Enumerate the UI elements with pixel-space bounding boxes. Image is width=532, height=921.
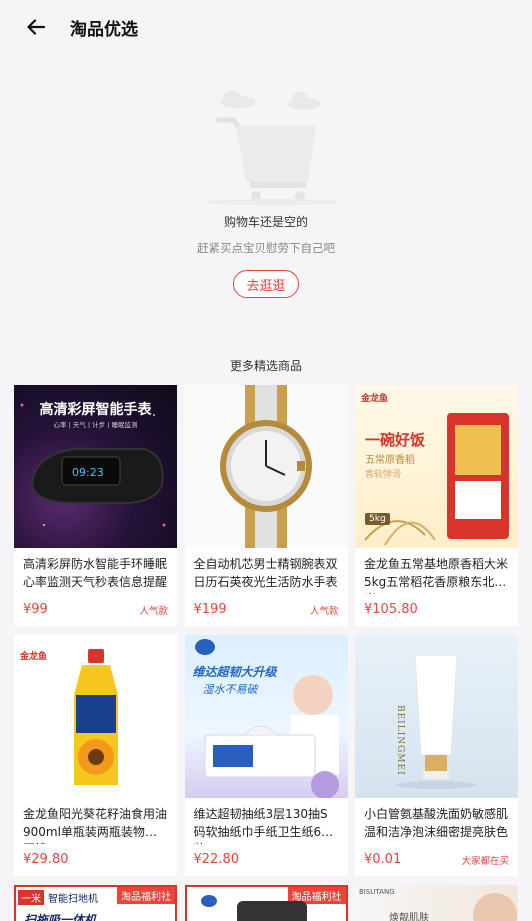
empty-cart-subtitle: 赶紧买点宝贝慰劳下自己吧 <box>197 241 335 255</box>
empty-cart-section: 购物车还是空的 赶紧买点宝贝慰劳下自己吧 去逛逛 <box>0 54 532 339</box>
product-image: 金龙鱼 <box>14 635 177 798</box>
product-card[interactable]: 高清彩屏智能手表 心率 | 天气 | 计步 | 睡眠监测 09:23 高清彩屏防… <box>14 385 177 626</box>
shopping-cart-icon <box>204 91 336 205</box>
top-bar: 淘品优选 <box>0 0 532 54</box>
product-image: 淘品福利社 <box>184 885 348 921</box>
go-shopping-button[interactable]: 去逛逛 <box>233 270 299 298</box>
product-price: ¥99 <box>23 602 48 617</box>
recommend-section-title: 更多精选商品 <box>229 359 302 373</box>
product-price: ¥199 <box>193 602 227 617</box>
product-price: ¥29.80 <box>23 852 69 867</box>
product-grid: 高清彩屏智能手表 心率 | 天气 | 计步 | 睡眠监测 09:23 高清彩屏防… <box>14 385 518 921</box>
product-card[interactable]: 金龙鱼 一碗好饭 五常原香稻 香软弹滑 5kg 金龙鱼五常基地原香稻大米5kg五… <box>355 385 518 626</box>
product-card[interactable]: BEILINGMEI 小白管氨基酸洗面奶敏感肌温和洁净泡沫细密提亮肤色 ¥0.0… <box>355 635 518 876</box>
empty-cart-title: 购物车还是空的 <box>223 215 308 229</box>
product-image: BEILINGMEI <box>355 635 518 798</box>
svg-text:09:23: 09:23 <box>72 466 104 479</box>
product-image: BISUTANG 焕靓肌肤 <box>355 885 518 921</box>
product-image: 淘品福利社 一米 智能扫地机 扫拖吸一体机 <box>14 885 177 921</box>
product-name: 金龙鱼阳光葵花籽油食用油900ml单瓶装两瓶装物理压榨 <box>23 807 168 844</box>
arrow-left-icon <box>27 19 45 35</box>
product-card[interactable]: 淘品福利社 一米 智能扫地机 扫拖吸一体机 <box>14 885 177 921</box>
product-image: 金龙鱼 一碗好饭 五常原香稻 香软弹滑 5kg <box>355 385 518 548</box>
product-card[interactable]: 维达超韧大升级 湿水不易破 维达超韧抽纸3层130抽S码软抽纸巾手纸卫生纸6包装… <box>184 635 348 876</box>
product-price: ¥22.80 <box>193 852 240 867</box>
product-price: ¥0.01 <box>364 852 402 867</box>
product-name: 高清彩屏防水智能手环睡眠心率监测天气秒表信息提醒 <box>23 557 168 589</box>
product-image: 高清彩屏智能手表 心率 | 天气 | 计步 | 睡眠监测 09:23 <box>14 385 177 548</box>
back-button[interactable] <box>22 13 50 41</box>
product-name: 金龙鱼五常基地原香稻大米5kg五常稻花香原粮东北大米 <box>364 557 509 594</box>
product-price: ¥105.80 <box>364 602 418 617</box>
product-card[interactable]: 全自动机芯男士精钢腕表双日历石英夜光生活防水手表 ¥199 人气款 <box>184 385 348 626</box>
page-title: 淘品优选 <box>70 19 138 40</box>
product-tag: 人气款 <box>309 605 339 617</box>
product-card[interactable]: 淘品福利社 <box>184 885 348 921</box>
product-card[interactable]: BISUTANG 焕靓肌肤 <box>355 885 518 921</box>
product-card[interactable]: 金龙鱼 金龙鱼阳光葵花籽油食用油900ml单瓶装两瓶装物理压榨 ¥29.80 <box>14 635 177 876</box>
product-tag: 大家都在买 <box>461 855 509 867</box>
product-tag: 人气款 <box>139 605 168 617</box>
product-image <box>184 385 348 548</box>
product-name: 小白管氨基酸洗面奶敏感肌温和洁净泡沫细密提亮肤色 <box>364 807 509 839</box>
product-image: 维达超韧大升级 湿水不易破 <box>184 635 348 798</box>
product-name: 全自动机芯男士精钢腕表双日历石英夜光生活防水手表 <box>193 557 338 589</box>
product-name: 维达超韧抽纸3层130抽S码软抽纸巾手纸卫生纸6包装 <box>193 807 334 844</box>
